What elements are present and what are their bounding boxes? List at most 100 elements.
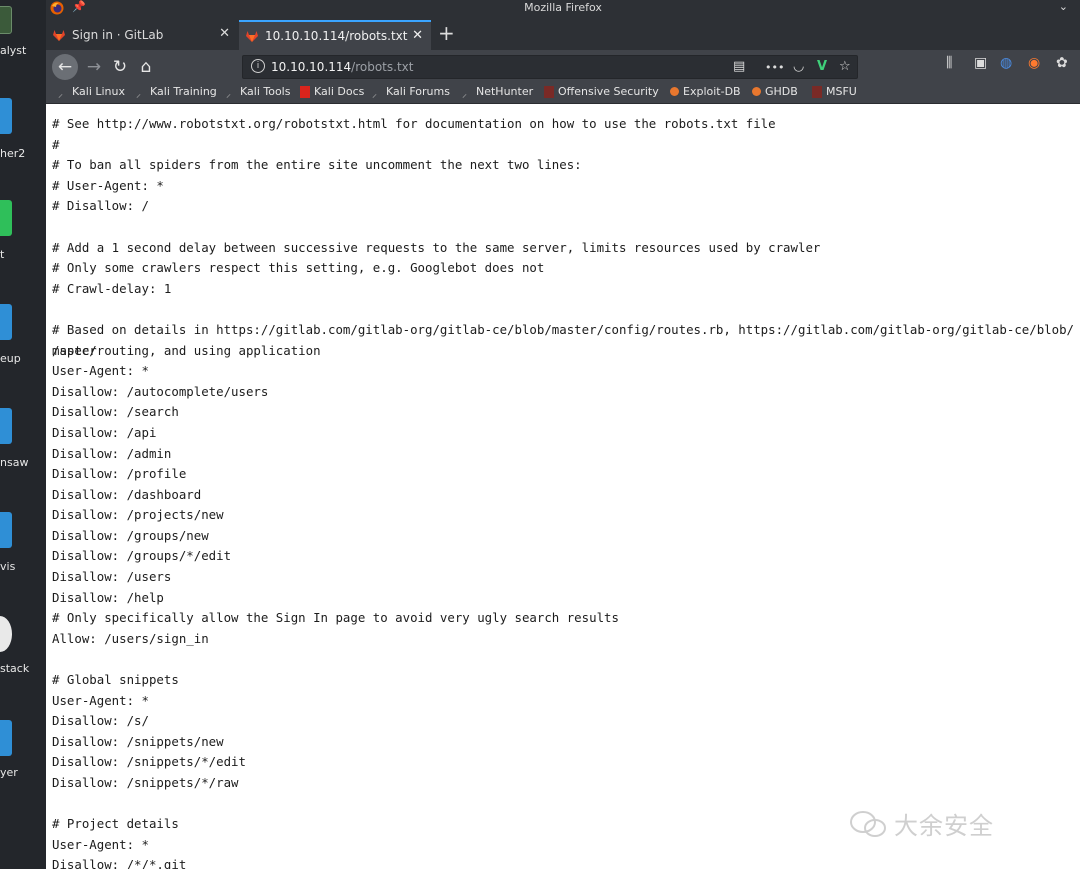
text-line bbox=[52, 217, 1076, 238]
bookmark-label: Exploit-DB bbox=[683, 85, 741, 98]
gitlab-icon bbox=[246, 31, 258, 42]
text-line: Allow: /users/sign_in bbox=[52, 630, 209, 646]
page-actions-button[interactable]: ••• bbox=[765, 61, 784, 74]
gitlab-icon bbox=[53, 30, 65, 41]
bookmark-label: NetHunter bbox=[476, 85, 534, 98]
watermark-text: 大余安全 bbox=[894, 812, 994, 840]
text-line: # Only some crawlers respect this settin… bbox=[52, 260, 545, 276]
bookmark-kali-forums[interactable]: ⸝ Kali Forums bbox=[372, 85, 450, 100]
bookmark-star-icon[interactable]: ☆ bbox=[839, 59, 851, 74]
text-line: Disallow: /profile bbox=[52, 466, 187, 482]
text-line: Disallow: /help bbox=[52, 589, 164, 605]
desktop: alyst her2 t eup nsaw vis stack yer bbox=[0, 0, 46, 869]
text-line bbox=[52, 299, 1076, 320]
text-line: /spec/routing, and using application bbox=[52, 342, 321, 358]
text-line: Disallow: /snippets/*/edit bbox=[52, 754, 246, 770]
reader-view-icon[interactable]: ▤ bbox=[733, 59, 745, 74]
chevron-down-icon[interactable]: ⌄ bbox=[1059, 0, 1068, 13]
foxyproxy-icon[interactable]: ◉ bbox=[1028, 55, 1040, 71]
desktop-item-label: vis bbox=[0, 560, 16, 573]
sidebar-icon[interactable]: ▣ bbox=[974, 55, 987, 71]
app-icon bbox=[0, 6, 12, 34]
url-bar[interactable]: i 10.10.10.114/robots.txt ▤ ••• ◡ V ☆ bbox=[242, 55, 858, 79]
text-line: # Add a 1 second delay between successiv… bbox=[52, 239, 821, 255]
kali-dragon-icon: ⸝ bbox=[136, 88, 141, 100]
text-line: Disallow: /snippets/*/raw bbox=[52, 775, 239, 790]
new-tab-button[interactable]: + bbox=[438, 21, 455, 45]
desktop-item-label: stack bbox=[0, 662, 30, 675]
folder-icon bbox=[0, 304, 12, 340]
library-icon[interactable]: ⫼ bbox=[946, 55, 952, 71]
text-line: Disallow: /groups/new bbox=[52, 527, 209, 543]
desktop-item-label: yer bbox=[0, 766, 18, 779]
bookmark-offensive-security[interactable]: Offensive Security bbox=[544, 85, 659, 98]
url-text[interactable]: 10.10.10.114/robots.txt bbox=[271, 60, 413, 74]
text-line: # Global snippets bbox=[52, 672, 179, 688]
text-line: Disallow: /*/*.git bbox=[52, 857, 187, 869]
bookmark-kali-tools[interactable]: ⸝ Kali Tools bbox=[226, 85, 290, 100]
page-content: # See http://www.robotstxt.org/robotstxt… bbox=[46, 104, 1080, 869]
ghdb-icon bbox=[752, 87, 761, 96]
text-line: User-Agent: * bbox=[52, 692, 149, 708]
tab-sign-in-gitlab[interactable]: Sign in · GitLab ✕ bbox=[46, 20, 238, 50]
text-line: Disallow: /groups/*/edit bbox=[52, 548, 232, 564]
exploit-db-icon bbox=[670, 87, 679, 96]
tab-label: 10.10.10.114/robots.txt bbox=[265, 29, 408, 43]
bookmark-ghdb[interactable]: GHDB bbox=[752, 85, 798, 98]
text-line: # User-Agent: * bbox=[52, 177, 164, 193]
bookmark-kali-training[interactable]: ⸝ Kali Training bbox=[136, 85, 217, 100]
tab-strip: Sign in · GitLab ✕ 10.10.10.114/robots.t… bbox=[46, 17, 1080, 50]
settings-icon[interactable]: ✿ bbox=[1056, 55, 1068, 71]
kali-docs-icon bbox=[300, 85, 310, 98]
close-icon[interactable]: ✕ bbox=[219, 26, 230, 41]
navigation-toolbar: ← → ↻ ⌂ i 10.10.10.114/robots.txt ▤ ••• … bbox=[46, 50, 1080, 83]
bookmarks-toolbar: ⸝ Kali Linux ⸝ Kali Training ⸝ Kali Tools K… bbox=[46, 83, 1080, 104]
bookmark-kali-linux[interactable]: ⸝ Kali Linux bbox=[58, 85, 125, 100]
text-line: Disallow: /dashboard bbox=[52, 486, 202, 502]
desktop-item-label: her2 bbox=[0, 147, 26, 160]
close-icon[interactable]: ✕ bbox=[412, 28, 423, 43]
text-line: User-Agent: * bbox=[52, 363, 149, 379]
watermark: 大余安全 bbox=[848, 806, 994, 841]
text-line: Disallow: /projects/new bbox=[52, 507, 224, 523]
forward-button[interactable]: → bbox=[82, 55, 106, 79]
text-line: # Only specifically allow the Sign In pa… bbox=[52, 610, 619, 626]
bookmark-exploit-db[interactable]: Exploit-DB bbox=[670, 85, 741, 98]
bookmark-label: Offensive Security bbox=[558, 85, 659, 98]
back-button[interactable]: ← bbox=[52, 54, 78, 80]
bookmark-label: GHDB bbox=[765, 85, 798, 98]
bookmark-nethunter[interactable]: ⸝ NetHunter bbox=[462, 85, 534, 100]
text-line: # To ban all spiders from the entire sit… bbox=[52, 157, 582, 173]
home-button[interactable]: ⌂ bbox=[134, 55, 158, 79]
tab-label: Sign in · GitLab bbox=[72, 28, 164, 42]
disc-icon bbox=[0, 616, 12, 652]
url-host: 10.10.10.114 bbox=[271, 60, 352, 74]
folder-icon bbox=[0, 512, 12, 548]
bookmark-msfu[interactable]: MSFU bbox=[812, 85, 857, 98]
desktop-item-label: t bbox=[0, 248, 5, 261]
text-line bbox=[52, 649, 1076, 670]
text-line: # bbox=[52, 136, 60, 152]
reload-button[interactable]: ↻ bbox=[108, 55, 132, 79]
desktop-item-label: eup bbox=[0, 352, 21, 365]
pocket-icon[interactable]: ◡ bbox=[793, 59, 804, 74]
tab-robots-txt[interactable]: 10.10.10.114/robots.txt ✕ bbox=[239, 20, 431, 50]
info-icon[interactable]: i bbox=[251, 59, 265, 73]
bookmark-kali-docs[interactable]: Kali Docs bbox=[300, 85, 364, 98]
bookmark-label: Kali Docs bbox=[314, 85, 365, 98]
url-path: /robots.txt bbox=[351, 60, 414, 74]
extension-icon[interactable]: ◍ bbox=[1000, 55, 1012, 71]
kali-dragon-icon: ⸝ bbox=[226, 88, 231, 100]
screen: alyst her2 t eup nsaw vis stack yer 📌 Mo… bbox=[0, 0, 1080, 869]
bookmark-label: Kali Training bbox=[150, 85, 217, 98]
text-line: # See http://www.robotstxt.org/robotstxt… bbox=[52, 116, 776, 131]
vue-devtools-icon[interactable]: V bbox=[817, 59, 827, 74]
firefox-window: 📌 Mozilla Firefox ⌄ Sign in · GitLab ✕ 1… bbox=[46, 0, 1080, 869]
text-line: Disallow: /autocomplete/users bbox=[52, 383, 269, 399]
text-line: # Disallow: / bbox=[52, 198, 149, 214]
file-icon bbox=[0, 200, 12, 236]
desktop-item-label: alyst bbox=[0, 44, 27, 57]
offsec-icon bbox=[544, 85, 554, 98]
robots-txt-text: # See http://www.robotstxt.org/robotstxt… bbox=[52, 114, 1076, 869]
text-line: Disallow: /admin bbox=[52, 445, 172, 461]
